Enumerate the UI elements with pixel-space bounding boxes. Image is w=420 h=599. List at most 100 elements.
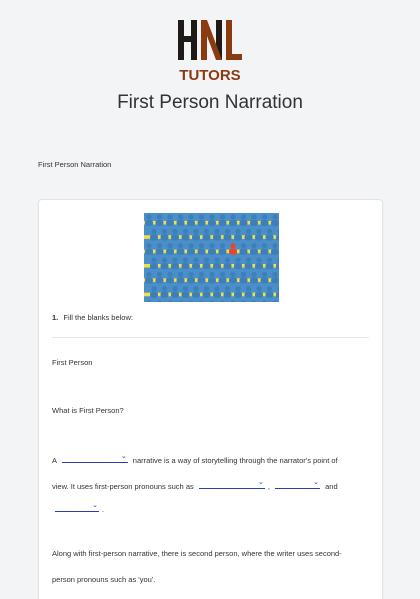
person-body xyxy=(166,277,174,284)
person-body xyxy=(260,277,269,284)
person-icon xyxy=(251,214,257,220)
person-body xyxy=(197,248,206,255)
person-icon xyxy=(198,214,205,220)
person-icon xyxy=(161,286,168,292)
person-icon xyxy=(193,286,199,292)
person-icon xyxy=(182,286,189,292)
person-body xyxy=(271,277,279,284)
person-body xyxy=(166,220,174,226)
person-body xyxy=(208,248,216,255)
person-icon xyxy=(146,271,152,278)
person-icon xyxy=(188,271,194,278)
highlighted-person-body xyxy=(229,248,237,255)
person-body xyxy=(250,277,258,284)
person-icon xyxy=(177,271,184,278)
paragraph1-line3: ⌄ . xyxy=(52,502,104,514)
person-body xyxy=(265,263,274,270)
person-body xyxy=(192,291,200,298)
person-body xyxy=(187,220,195,226)
person-icon xyxy=(172,286,178,292)
section-title: First Person xyxy=(52,358,93,367)
person-body xyxy=(229,277,237,284)
person-body xyxy=(234,263,242,270)
person-body xyxy=(223,291,232,298)
para1-line2-start: view. It uses first-person pronouns such… xyxy=(52,482,194,491)
person-icon xyxy=(203,257,210,263)
chevron-down-icon: ⌄ xyxy=(313,479,320,486)
person-body xyxy=(145,277,153,284)
blank-dropdown-2[interactable]: ⌄ xyxy=(198,479,265,489)
blank-dropdown-4[interactable]: ⌄ xyxy=(55,502,99,512)
person-icon xyxy=(251,300,257,302)
question-prompt: Fill the blanks below: xyxy=(63,313,133,322)
person-body xyxy=(192,234,200,241)
blank-dropdown-1[interactable]: ⌄ xyxy=(61,453,128,463)
person-icon xyxy=(272,300,278,302)
paragraph1-line1: A ⌄ narrative is a way of storytelling t… xyxy=(52,453,338,465)
person-body xyxy=(150,263,158,270)
person-icon xyxy=(235,228,241,234)
person-body xyxy=(197,277,206,284)
person-body xyxy=(176,277,185,284)
person-icon xyxy=(235,286,241,292)
page-title: First Person Narration xyxy=(117,92,303,113)
person-icon xyxy=(256,228,262,234)
person-body xyxy=(234,234,242,241)
highlighted-person-icon xyxy=(230,243,236,249)
chevron-down-icon: ⌄ xyxy=(257,479,264,486)
person-body xyxy=(255,234,263,241)
person-body xyxy=(234,291,242,298)
person-icon xyxy=(178,300,183,302)
person-icon xyxy=(230,271,236,278)
question-card: 1. Fill the blanks below: First Person W… xyxy=(38,199,383,599)
person-icon xyxy=(156,243,163,249)
person-body xyxy=(250,220,258,226)
person-body xyxy=(150,291,158,298)
svg-text:TUTORS: TUTORS xyxy=(179,67,240,84)
person-icon xyxy=(240,214,247,220)
paragraph1-line2: view. It uses first-person pronouns such… xyxy=(52,479,338,491)
person-icon xyxy=(146,214,152,220)
person-icon xyxy=(214,286,220,292)
person-icon xyxy=(198,271,205,278)
person-icon xyxy=(188,214,194,220)
crowd-illustration xyxy=(144,213,279,302)
blank-dropdown-3[interactable]: ⌄ xyxy=(275,479,321,489)
person-body xyxy=(223,263,232,270)
person-icon xyxy=(277,286,279,292)
person-body xyxy=(171,234,179,241)
person-body xyxy=(218,220,227,226)
person-body xyxy=(244,263,253,270)
person-icon xyxy=(172,228,178,234)
person-icon xyxy=(198,243,205,249)
person-body xyxy=(223,234,232,241)
person-icon xyxy=(157,300,162,302)
person-icon xyxy=(177,214,184,220)
person-icon xyxy=(230,214,236,220)
paragraph2-line1: Along with first-person narrative, there… xyxy=(52,549,342,558)
person-icon xyxy=(251,271,257,278)
person-body xyxy=(202,234,211,241)
para1-after-blank1: narrative is a way of storytelling throu… xyxy=(132,456,338,465)
person-body xyxy=(218,277,227,284)
person-icon xyxy=(224,257,231,263)
person-body xyxy=(255,263,263,270)
person-body xyxy=(187,277,195,284)
person-body xyxy=(171,263,179,270)
person-icon xyxy=(167,243,173,249)
person-icon xyxy=(209,243,215,249)
person-icon xyxy=(167,271,173,278)
person-body xyxy=(208,220,216,226)
person-icon xyxy=(261,271,268,278)
person-icon xyxy=(188,243,194,249)
person-body xyxy=(202,291,211,298)
form-subtitle: First Person Narration xyxy=(38,160,112,169)
para1-separator: , xyxy=(267,482,270,491)
person-body xyxy=(171,291,179,298)
person-icon xyxy=(156,214,163,220)
person-icon xyxy=(256,257,262,263)
person-body xyxy=(265,291,274,298)
person-icon xyxy=(219,214,226,220)
person-body xyxy=(213,234,221,241)
person-body xyxy=(155,277,164,284)
